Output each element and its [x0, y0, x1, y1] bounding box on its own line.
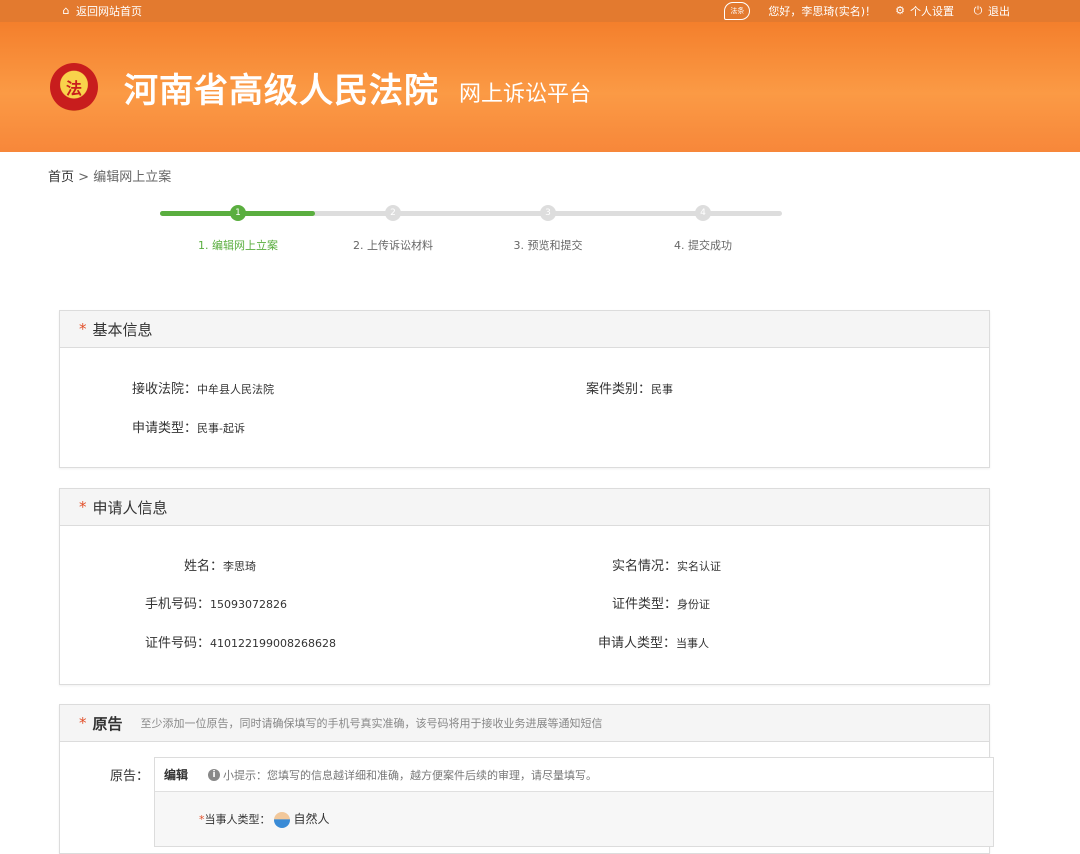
court-label: 接收法院： [132, 382, 198, 397]
id-number-value: 410122199008268628 [210, 637, 336, 650]
case-type-field: 案件类别：民事 [586, 378, 673, 397]
platform-name: 网上诉讼平台 [459, 82, 592, 107]
phone-label: 手机号码： [145, 597, 211, 612]
applicant-type-field: 申请人类型：当事人 [598, 632, 709, 651]
step-4-dot: 4 [695, 205, 711, 221]
step-3-label: 3. 预览和提交 [513, 239, 583, 252]
plaintiff-tip: 至少添加一位原告，同时请确保填写的手机号真实准确，该号码将用于接收业务进展等通知… [140, 717, 603, 730]
party-type-value[interactable]: 自然人 [294, 812, 330, 826]
step-1-dot: 1 [230, 205, 246, 221]
id-type-value: 身份证 [677, 598, 711, 611]
applicant-info-title: 申请人信息 [92, 498, 168, 517]
back-home-link[interactable]: ⌂ 返回网站首页 [60, 3, 143, 19]
settings-link[interactable]: ⚙ 个人设置 [894, 3, 954, 19]
required-star: * [79, 498, 87, 516]
basic-info-title: 基本信息 [92, 320, 153, 339]
apply-type-field: 申请类型：民事-起诉 [132, 417, 245, 436]
greeting-text: 您好，李思琦(实名)！ [768, 5, 876, 18]
realname-field: 实名情况：实名认证 [612, 555, 721, 574]
logout-label: 退出 [988, 5, 1010, 18]
apply-type-value: 民事-起诉 [197, 422, 245, 435]
applicant-info-header: * 申请人信息 [60, 489, 989, 526]
breadcrumb-home[interactable]: 首页 [48, 170, 74, 185]
home-icon: ⌂ [62, 4, 70, 17]
faq-button[interactable]: 法条 [724, 2, 751, 20]
progress-steps: 1 2 3 4 1. 编辑网上立案 2. 上传诉讼材料 3. 预览和提交 4. … [160, 203, 782, 263]
plaintiff-form: 编辑 i 小提示：您填写的信息越详细和准确，越方便案件后续的审理，请尽量填写。 … [154, 757, 994, 847]
info-icon: i [208, 768, 221, 781]
gear-icon: ⚙ [895, 4, 905, 17]
step-3-dot: 3 [540, 205, 556, 221]
realname-label: 实名情况： [612, 559, 678, 574]
realname-value: 实名认证 [677, 560, 722, 573]
court-value: 中牟县人民法院 [197, 383, 275, 396]
step-1-label: 1. 编辑网上立案 [198, 239, 278, 252]
apply-type-label: 申请类型： [132, 421, 198, 436]
plaintiff-form-header: 编辑 i 小提示：您填写的信息越详细和准确，越方便案件后续的审理，请尽量填写。 [155, 758, 993, 792]
case-type-value: 民事 [651, 383, 674, 396]
id-number-field: 证件号码：410122199008268628 [145, 632, 336, 651]
phone-value: 15093072826 [210, 598, 287, 611]
form-hint-text: 小提示：您填写的信息越详细和准确，越方便案件后续的审理，请尽量填写。 [223, 768, 598, 782]
back-home-label: 返回网站首页 [76, 5, 142, 18]
step-4-label: 4. 提交成功 [674, 239, 732, 252]
emblem-text: 法 [65, 79, 82, 98]
applicant-type-value: 当事人 [676, 637, 710, 650]
id-type-field: 证件类型：身份证 [612, 593, 710, 612]
applicant-info-panel: * 申请人信息 姓名：李思琦 实名情况：实名认证 手机号码：1509307282… [59, 488, 990, 685]
breadcrumb: 首页 > 编辑网上立案 [48, 166, 171, 185]
case-type-label: 案件类别： [586, 382, 652, 397]
person-icon [274, 812, 290, 828]
id-type-label: 证件类型： [612, 597, 678, 612]
court-field: 接收法院：中牟县人民法院 [132, 378, 274, 397]
plaintiff-panel: * 原告 至少添加一位原告，同时请确保填写的手机号真实准确，该号码将用于接收业务… [59, 704, 994, 854]
party-type-label: 当事人类型： [204, 813, 271, 826]
step-2-label: 2. 上传诉讼材料 [353, 239, 433, 252]
breadcrumb-separator: > [74, 170, 94, 185]
court-emblem-icon: 法 [50, 63, 98, 111]
applicant-type-label: 申请人类型： [598, 636, 677, 651]
name-value: 李思琦 [223, 560, 257, 573]
party-type-field: *当事人类型： 自然人 [199, 810, 330, 828]
plaintiff-title: 原告 [92, 714, 123, 733]
logout-link[interactable]: ⏻ 退出 [972, 3, 1010, 19]
power-icon: ⏻ [973, 4, 983, 17]
name-label: 姓名： [184, 559, 224, 574]
basic-info-header: * 基本信息 [60, 311, 989, 348]
plaintiff-row-label: 原告： [110, 769, 150, 784]
edit-tab[interactable]: 编辑 [164, 766, 188, 783]
faq-icon: 法条 [724, 2, 751, 20]
name-field: 姓名：李思琦 [184, 555, 256, 574]
required-star: * [79, 714, 87, 732]
user-greeting: 您好，李思琦(实名)！ [768, 3, 876, 19]
id-number-label: 证件号码： [145, 636, 211, 651]
breadcrumb-current: 编辑网上立案 [93, 170, 172, 185]
required-star: * [79, 320, 87, 338]
top-bar: ⌂ 返回网站首页 法条 您好，李思琦(实名)！ ⚙ 个人设置 ⏻ 退出 [0, 0, 1080, 22]
phone-field: 手机号码：15093072826 [145, 593, 287, 612]
plaintiff-header: * 原告 至少添加一位原告，同时请确保填写的手机号真实准确，该号码将用于接收业务… [60, 705, 989, 742]
form-hint: i 小提示：您填写的信息越详细和准确，越方便案件后续的审理，请尽量填写。 [208, 767, 597, 783]
court-name: 河南省高级人民法院 [124, 70, 439, 111]
header-banner: 法 河南省高级人民法院 网上诉讼平台 [0, 22, 1080, 152]
settings-label: 个人设置 [910, 5, 954, 18]
step-2-dot: 2 [385, 205, 401, 221]
basic-info-panel: * 基本信息 接收法院：中牟县人民法院 案件类别：民事 申请类型：民事-起诉 [59, 310, 990, 468]
